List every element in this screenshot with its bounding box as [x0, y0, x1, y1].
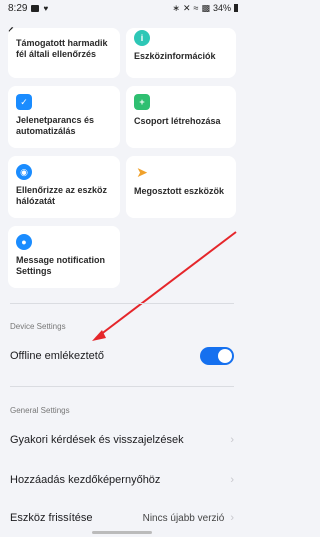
shield-icon: ♥ [43, 3, 49, 13]
add-home-label: Hozzáadás kezdőképernyőhöz [10, 474, 161, 486]
chevron-right-icon: › [230, 474, 234, 486]
faq-label: Gyakori kérdések és visszajelzések [10, 434, 184, 446]
bluetooth-icon: ∗ [172, 2, 180, 13]
device-update-row[interactable]: Eszköz frissítése Nincs újabb verzió › [10, 508, 234, 528]
toggle-knob [218, 349, 232, 363]
card-message-notification[interactable]: ● Message notification Settings [8, 226, 120, 288]
check-icon: ✓ [16, 94, 32, 110]
gallery-icon [31, 4, 40, 12]
offline-reminder-row[interactable]: Offline emlékeztető [10, 346, 234, 366]
add-group-icon: + [134, 94, 150, 110]
card-label: Ellenőrizze az eszköz hálózatát [16, 185, 108, 206]
card-create-group[interactable]: + Csoport létrehozása [126, 86, 236, 148]
share-icon: ➤ [136, 163, 148, 180]
card-third-party[interactable]: Támogatott harmadik fél általi ellenőrzé… [8, 28, 120, 78]
chevron-right-icon: › [230, 512, 234, 524]
card-shared-devices[interactable]: ➤ Megosztott eszközök [126, 156, 236, 218]
card-label: Jelenetparancs és automatizálás [16, 115, 95, 136]
card-label: Csoport létrehozása [134, 116, 221, 126]
battery-icon [234, 4, 238, 12]
faq-row[interactable]: Gyakori kérdések és visszajelzések › [10, 430, 234, 450]
signal-icon: ▩ [201, 2, 210, 13]
battery-percent: 34% [212, 3, 231, 13]
divider [10, 303, 234, 304]
offline-reminder-label: Offline emlékeztető [10, 350, 104, 362]
wifi-status-icon: ≈ [193, 3, 199, 13]
card-label: Megosztott eszközök [134, 186, 225, 196]
add-home-row[interactable]: Hozzáadás kezdőképernyőhöz › [10, 470, 234, 490]
offline-reminder-toggle[interactable] [200, 347, 234, 365]
device-update-value: Nincs újabb verzió [142, 512, 225, 524]
general-settings-header: General Settings [10, 406, 70, 415]
card-label: Message notification Settings [16, 255, 106, 276]
divider [10, 386, 234, 387]
card-scene[interactable]: ✓ Jelenetparancs és automatizálás [8, 86, 120, 148]
status-time: 8:29 [8, 2, 28, 14]
card-label: Eszközinformációk [134, 51, 216, 61]
mute-icon: ✕ [182, 2, 191, 13]
chevron-right-icon: › [230, 434, 234, 446]
device-settings-header: Device Settings [10, 322, 66, 331]
card-network-check[interactable]: ◉ Ellenőrizze az eszköz hálózatát [8, 156, 120, 218]
status-bar: 8:29 ♥ ∗ ✕ ≈ ▩ 34% [0, 0, 244, 16]
card-label: Támogatott harmadik fél általi ellenőrzé… [16, 38, 108, 59]
wifi-icon: ◉ [16, 164, 32, 180]
bell-icon: ● [16, 234, 32, 250]
home-indicator [92, 531, 152, 534]
card-device-info[interactable]: i Eszközinformációk [126, 28, 236, 78]
info-icon: i [134, 30, 150, 46]
device-update-label: Eszköz frissítése [10, 512, 93, 524]
